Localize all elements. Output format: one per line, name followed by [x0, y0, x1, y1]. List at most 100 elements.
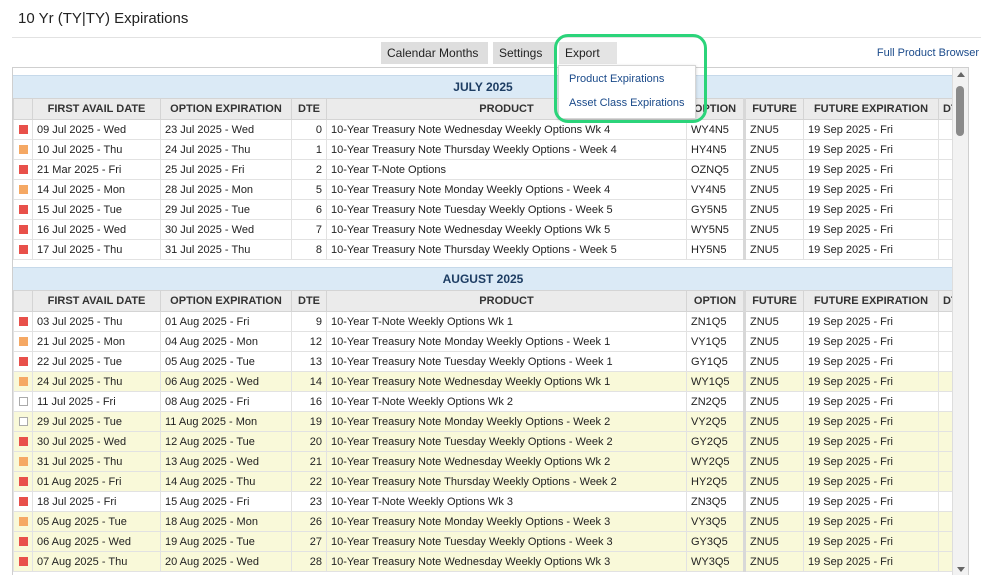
column-header-option-expiration[interactable]: OPTION EXPIRATION [160, 98, 292, 120]
toolbar: Calendar Months Settings Export [0, 42, 987, 81]
future-cell[interactable]: ZNU5 [743, 371, 804, 392]
column-header-product[interactable]: PRODUCT [326, 290, 687, 312]
dte-cell: 26 [291, 511, 327, 532]
option-expiration-cell: 31 Jul 2025 - Thu [160, 239, 292, 260]
future-cell[interactable]: ZNU5 [743, 411, 804, 432]
option-cell[interactable]: WY5N5 [686, 219, 745, 240]
product-cell[interactable]: 10-Year Treasury Note Wednesday Weekly O… [326, 451, 687, 472]
product-cell[interactable]: 10-Year T-Note Weekly Options Wk 3 [326, 491, 687, 512]
future-cell[interactable]: ZNU5 [743, 531, 804, 552]
option-cell[interactable]: HY4N5 [686, 139, 745, 160]
status-marker-cell [13, 451, 33, 472]
future-cell[interactable]: ZNU5 [743, 199, 804, 220]
column-header-future-expiration[interactable]: FUTURE EXPIRATION [803, 98, 939, 120]
future-cell[interactable]: ZNU5 [743, 311, 804, 332]
product-cell[interactable]: 10-Year Treasury Note Monday Weekly Opti… [326, 179, 687, 200]
menu-item-asset-class-expirations[interactable]: Asset Class Expirations [569, 97, 685, 109]
option-cell[interactable]: VY4N5 [686, 179, 745, 200]
menu-item-product-expirations[interactable]: Product Expirations [569, 73, 664, 85]
option-cell[interactable]: WY3Q5 [686, 551, 745, 572]
option-cell[interactable]: WY4N5 [686, 119, 745, 140]
option-cell[interactable]: WY1Q5 [686, 371, 745, 392]
vertical-scrollbar[interactable] [952, 68, 968, 575]
option-cell[interactable]: GY1Q5 [686, 351, 745, 372]
option-cell[interactable]: VY2Q5 [686, 411, 745, 432]
settings-button[interactable]: Settings [493, 42, 555, 78]
option-cell[interactable]: WY2Q5 [686, 451, 745, 472]
first-avail-date-cell: 11 Jul 2025 - Fri [32, 391, 161, 412]
option-cell[interactable]: VY3Q5 [686, 511, 745, 532]
status-marker-cell [13, 311, 33, 332]
product-cell[interactable]: 10-Year Treasury Note Wednesday Weekly O… [326, 371, 687, 392]
future-expiration-cell: 19 Sep 2025 - Fri [803, 311, 939, 332]
future-expiration-cell: 19 Sep 2025 - Fri [803, 491, 939, 512]
option-expiration-cell: 18 Aug 2025 - Mon [160, 511, 292, 532]
scroll-up-arrow-icon[interactable] [957, 72, 965, 77]
option-cell[interactable]: HY5N5 [686, 239, 745, 260]
option-cell[interactable]: ZN2Q5 [686, 391, 745, 412]
option-expiration-cell: 01 Aug 2025 - Fri [160, 311, 292, 332]
future-cell[interactable]: ZNU5 [743, 179, 804, 200]
future-cell[interactable]: ZNU5 [743, 471, 804, 492]
future-cell[interactable]: ZNU5 [743, 451, 804, 472]
option-cell[interactable]: GY2Q5 [686, 431, 745, 452]
product-cell[interactable]: 10-Year Treasury Note Wednesday Weekly O… [326, 219, 687, 240]
product-cell[interactable]: 10-Year Treasury Note Monday Weekly Opti… [326, 411, 687, 432]
future-cell[interactable]: ZNU5 [743, 351, 804, 372]
scroll-down-arrow-icon[interactable] [957, 567, 965, 572]
product-cell[interactable]: 10-Year Treasury Note Thursday Weekly Op… [326, 471, 687, 492]
product-cell[interactable]: 10-Year Treasury Note Monday Weekly Opti… [326, 511, 687, 532]
full-product-browser-link[interactable]: Full Product Browser [877, 47, 979, 59]
future-cell[interactable]: ZNU5 [743, 551, 804, 572]
scroll-thumb[interactable] [956, 86, 964, 136]
future-cell[interactable]: ZNU5 [743, 239, 804, 260]
option-cell[interactable]: VY1Q5 [686, 331, 745, 352]
column-header-option-expiration[interactable]: OPTION EXPIRATION [160, 290, 292, 312]
option-expiration-cell: 12 Aug 2025 - Tue [160, 431, 292, 452]
column-header-future[interactable]: FUTURE [743, 290, 804, 312]
future-cell[interactable]: ZNU5 [743, 511, 804, 532]
column-header-dte[interactable]: DTE [291, 290, 327, 312]
option-cell[interactable]: GY3Q5 [686, 531, 745, 552]
option-expiration-cell: 13 Aug 2025 - Wed [160, 451, 292, 472]
option-cell[interactable]: GY5N5 [686, 199, 745, 220]
status-marker-cell [13, 371, 33, 392]
future-cell[interactable]: ZNU5 [743, 391, 804, 412]
product-cell[interactable]: 10-Year Treasury Note Wednesday Weekly O… [326, 551, 687, 572]
calendar-months-button[interactable]: Calendar Months [381, 42, 488, 78]
column-header-first-avail-date[interactable]: FIRST AVAIL DATE [32, 290, 161, 312]
future-cell[interactable]: ZNU5 [743, 331, 804, 352]
column-header-option[interactable]: OPTION [686, 290, 745, 312]
column-header-dte[interactable]: DTE [291, 98, 327, 120]
column-header-first-avail-date[interactable]: FIRST AVAIL DATE [32, 98, 161, 120]
product-cell[interactable]: 10-Year T-Note Options [326, 159, 687, 180]
option-cell[interactable]: OZNQ5 [686, 159, 745, 180]
column-header-future[interactable]: FUTURE [743, 98, 804, 120]
product-cell[interactable]: 10-Year T-Note Weekly Options Wk 1 [326, 311, 687, 332]
future-cell[interactable]: ZNU5 [743, 491, 804, 512]
future-cell[interactable]: ZNU5 [743, 431, 804, 452]
product-cell[interactable]: 10-Year Treasury Note Tuesday Weekly Opt… [326, 431, 687, 452]
option-cell[interactable]: ZN1Q5 [686, 311, 745, 332]
dte-cell: 9 [291, 311, 327, 332]
future-expiration-cell: 19 Sep 2025 - Fri [803, 391, 939, 412]
option-cell[interactable]: ZN3Q5 [686, 491, 745, 512]
product-cell[interactable]: 10-Year T-Note Weekly Options Wk 2 [326, 391, 687, 412]
product-cell[interactable]: 10-Year Treasury Note Tuesday Weekly Opt… [326, 351, 687, 372]
product-cell[interactable]: 10-Year Treasury Note Tuesday Weekly Opt… [326, 531, 687, 552]
product-cell[interactable]: 10-Year Treasury Note Tuesday Weekly Opt… [326, 199, 687, 220]
future-cell[interactable]: ZNU5 [743, 119, 804, 140]
calendar-months-label: Calendar Months [387, 46, 479, 60]
product-cell[interactable]: 10-Year Treasury Note Wednesday Weekly O… [326, 119, 687, 140]
future-cell[interactable]: ZNU5 [743, 219, 804, 240]
option-cell[interactable]: HY2Q5 [686, 471, 745, 492]
table-row: 11 Jul 2025 - Fri 08 Aug 2025 - Fri 16 10-Y… [13, 391, 968, 412]
column-header-future-expiration[interactable]: FUTURE EXPIRATION [803, 290, 939, 312]
future-cell[interactable]: ZNU5 [743, 159, 804, 180]
future-cell[interactable]: ZNU5 [743, 139, 804, 160]
product-cell[interactable]: 10-Year Treasury Note Thursday Weekly Op… [326, 139, 687, 160]
product-cell[interactable]: 10-Year Treasury Note Monday Weekly Opti… [326, 331, 687, 352]
future-expiration-cell: 19 Sep 2025 - Fri [803, 471, 939, 492]
product-cell[interactable]: 10-Year Treasury Note Thursday Weekly Op… [326, 239, 687, 260]
export-button[interactable]: Export [559, 42, 617, 81]
